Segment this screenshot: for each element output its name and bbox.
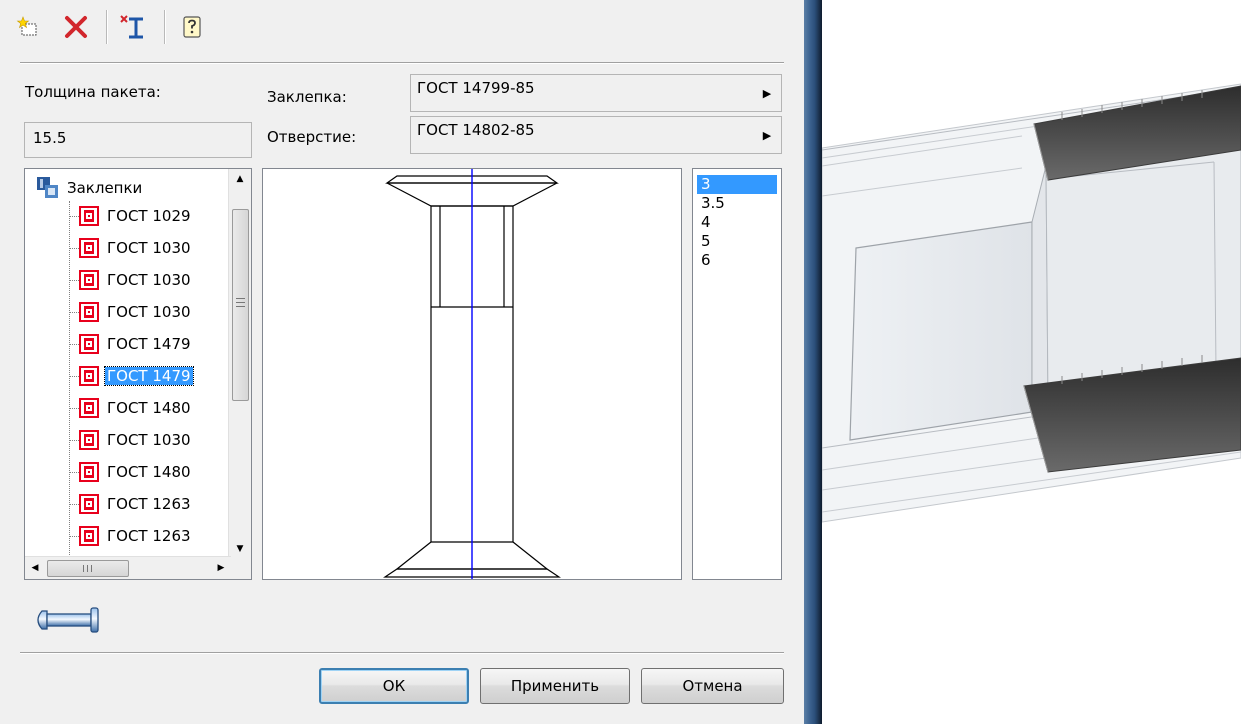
delete-icon[interactable] xyxy=(62,12,90,42)
gost-standard-icon xyxy=(79,206,99,226)
tree-line xyxy=(69,201,70,577)
gost-standard-icon xyxy=(79,462,99,482)
size-item[interactable]: 6 xyxy=(697,251,777,270)
help-icon[interactable] xyxy=(178,12,206,42)
tree-item-label: ГОСТ 1480 xyxy=(107,463,191,481)
size-item[interactable]: 3.5 xyxy=(697,194,777,213)
tree-root[interactable]: Заклепки xyxy=(35,175,142,201)
cancel-button[interactable]: Отмена xyxy=(641,668,784,704)
tree-vertical-scrollbar[interactable]: ▲ ▼ xyxy=(228,169,251,559)
ok-button[interactable]: ОК xyxy=(319,668,469,704)
tree-item[interactable]: ГОСТ 1030 xyxy=(79,427,193,453)
tree-item[interactable]: ГОСТ 1030 xyxy=(79,235,193,261)
rivets-folder-icon xyxy=(35,175,61,201)
tree-line xyxy=(69,216,79,217)
scroll-up-icon[interactable]: ▲ xyxy=(229,169,251,189)
tree-line xyxy=(69,376,79,377)
tree-item-label: ГОСТ 1263 xyxy=(107,495,191,513)
gost-standard-icon xyxy=(79,494,99,514)
scroll-thumb-horizontal[interactable] xyxy=(47,560,129,577)
rivet-dialog: Толщина пакета: 15.5 Заклепка: ГОСТ 1479… xyxy=(0,0,804,724)
tree-line xyxy=(69,472,79,473)
scroll-thumb[interactable] xyxy=(232,209,249,401)
gost-standard-icon xyxy=(79,398,99,418)
tree-line xyxy=(69,344,79,345)
tree-item-label: ГОСТ 1030 xyxy=(107,303,191,321)
apply-button-label: Применить xyxy=(510,677,600,695)
toolbar-separator xyxy=(106,10,108,44)
thickness-value: 15.5 xyxy=(33,129,67,147)
gost-standard-icon xyxy=(79,430,99,450)
tree-line xyxy=(69,248,79,249)
apply-button[interactable]: Применить xyxy=(480,668,630,704)
tree-item-label: ГОСТ 1479 xyxy=(107,335,191,353)
gost-standard-icon xyxy=(79,238,99,258)
tree-item-label: ГОСТ 1480 xyxy=(107,399,191,417)
rivet-select[interactable]: ГОСТ 14799-85 ▶ xyxy=(410,74,782,112)
caret-right-icon[interactable]: ▶ xyxy=(753,117,781,153)
scroll-left-icon[interactable]: ◀ xyxy=(25,557,45,579)
rivet-standards-tree[interactable]: Заклепки ГОСТ 1029 ГОСТ 1030 ГОСТ 1030 ГОСТ… xyxy=(24,168,252,580)
gost-standard-icon xyxy=(79,334,99,354)
tree-item-label: ГОСТ 1030 xyxy=(107,271,191,289)
scroll-corner xyxy=(229,557,251,579)
sheet-metal-profile xyxy=(822,83,1241,523)
rivet-value: ГОСТ 14799-85 xyxy=(417,79,535,97)
3d-viewport[interactable] xyxy=(822,0,1241,724)
scroll-down-icon[interactable]: ▼ xyxy=(229,539,251,559)
thickness-field[interactable]: 15.5 xyxy=(24,122,252,158)
tree-item-label: ГОСТ 1479 xyxy=(104,366,194,386)
size-list[interactable]: 3 3.5 4 5 6 xyxy=(692,168,782,580)
divider xyxy=(20,62,784,64)
thickness-label: Толщина пакета: xyxy=(25,83,161,101)
tree-item[interactable]: ГОСТ 1263 xyxy=(79,523,193,549)
tree-item[interactable]: ГОСТ 1479 xyxy=(79,363,194,389)
tree-line xyxy=(69,312,79,313)
size-item[interactable]: 3 xyxy=(697,175,777,194)
rivet-drawing xyxy=(383,169,561,579)
divider xyxy=(20,652,784,654)
tree-item[interactable]: ГОСТ 1029 xyxy=(79,203,193,229)
gost-standard-icon xyxy=(79,302,99,322)
toolbar-separator xyxy=(164,10,166,44)
tree-line xyxy=(69,440,79,441)
tree-item-label: ГОСТ 1030 xyxy=(107,239,191,257)
hole-label: Отверстие: xyxy=(267,128,357,146)
caret-right-icon[interactable]: ▶ xyxy=(753,75,781,111)
tree-item-label: ГОСТ 1263 xyxy=(107,527,191,545)
tree-item[interactable]: ГОСТ 1030 xyxy=(79,267,193,293)
tree-line xyxy=(69,536,79,537)
tree-item[interactable]: ГОСТ 1263 xyxy=(79,491,193,517)
tree-horizontal-scrollbar[interactable]: ◀ ▶ xyxy=(25,556,231,579)
tree-item[interactable]: ГОСТ 1030 xyxy=(79,299,193,325)
hole-value: ГОСТ 14802-85 xyxy=(417,121,535,139)
size-item[interactable]: 4 xyxy=(697,213,777,232)
tree-item[interactable]: ГОСТ 1480 xyxy=(79,459,193,485)
ok-button-label: ОК xyxy=(382,677,406,695)
gost-standard-icon xyxy=(79,366,99,386)
tree-item-label: ГОСТ 1029 xyxy=(107,207,191,225)
window-frame-edge xyxy=(804,0,822,724)
rivet-label: Заклепка: xyxy=(267,88,347,106)
tree-line xyxy=(69,408,79,409)
new-icon[interactable] xyxy=(14,12,42,42)
rivet-type-icon[interactable] xyxy=(32,602,104,642)
size-item[interactable]: 5 xyxy=(697,232,777,251)
tree-item-label: ГОСТ 1030 xyxy=(107,431,191,449)
gost-standard-icon xyxy=(79,270,99,290)
gost-standard-icon xyxy=(79,526,99,546)
rivet-preview xyxy=(262,168,682,580)
tree-line xyxy=(69,280,79,281)
cancel-button-label: Отмена xyxy=(682,677,743,695)
tree-root-label: Заклепки xyxy=(67,179,143,197)
scroll-right-icon[interactable]: ▶ xyxy=(211,557,231,579)
insert-rivet-icon[interactable] xyxy=(118,12,146,42)
hole-select[interactable]: ГОСТ 14802-85 ▶ xyxy=(410,116,782,154)
tree-item[interactable]: ГОСТ 1479 xyxy=(79,331,193,357)
tree-item[interactable]: ГОСТ 1480 xyxy=(79,395,193,421)
tree-line xyxy=(69,504,79,505)
